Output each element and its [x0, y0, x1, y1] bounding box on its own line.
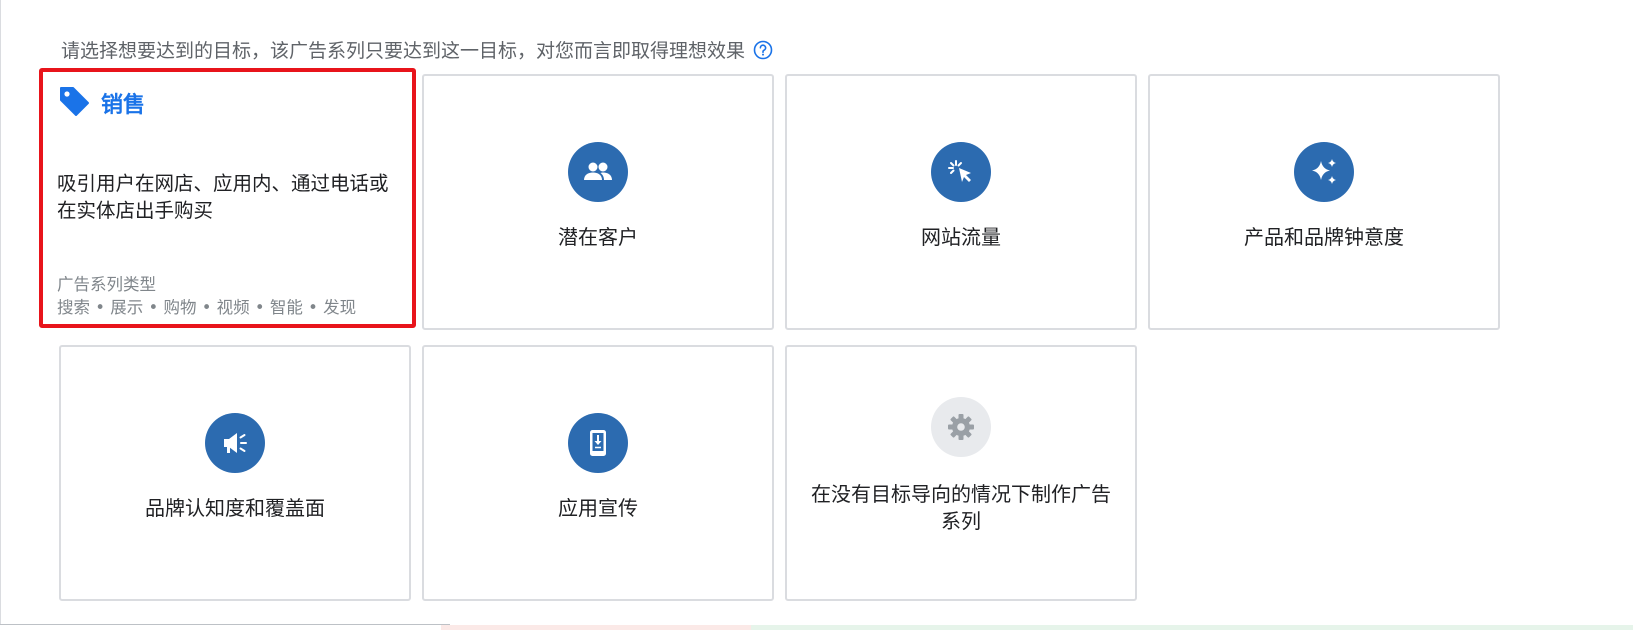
instruction-text: 请选择想要达到的目标，该广告系列只要达到这一目标，对您而言即取得理想效果 [61, 40, 746, 62]
instruction-row: 请选择想要达到的目标，该广告系列只要达到这一目标，对您而言即取得理想效果 [61, 36, 773, 63]
bottom-strip [0, 625, 1633, 630]
phone-download-icon [568, 413, 628, 473]
goal-card-leads[interactable]: 潜在客户 [422, 74, 774, 330]
goal-card-no-goal[interactable]: 在没有目标导向的情况下制作广告系列 [785, 345, 1137, 601]
sales-description: 吸引用户在网店、应用内、通过电话或在实体店出手购买 [57, 172, 389, 222]
goal-card-label: 产品和品牌钟意度 [1244, 225, 1404, 249]
goal-card-label: 网站流量 [921, 225, 1001, 249]
goal-card-sales[interactable]: 销售 吸引用户在网店、应用内、通过电话或在实体店出手购买 广告系列类型 搜索 •… [39, 68, 416, 328]
sales-title: 销售 [101, 93, 146, 118]
cursor-click-icon [931, 142, 991, 202]
sparkle-icon [1294, 142, 1354, 202]
gear-icon [931, 397, 991, 457]
campaign-types-list: 搜索 • 展示 • 购物 • 视频 • 智能 • 发现 [57, 298, 357, 317]
goal-card-brand-awareness[interactable]: 品牌认知度和覆盖面 [59, 345, 411, 601]
tag-icon [57, 84, 91, 122]
campaign-types-heading: 广告系列类型 [57, 275, 156, 294]
sales-title-row: 销售 [57, 84, 145, 122]
goal-card-label: 潜在客户 [558, 225, 638, 249]
goal-card-website-traffic[interactable]: 网站流量 [785, 74, 1137, 330]
goal-card-label: 品牌认知度和覆盖面 [145, 496, 325, 520]
megaphone-icon [205, 413, 265, 473]
people-icon [568, 142, 628, 202]
goal-card-brand-consideration[interactable]: 产品和品牌钟意度 [1148, 74, 1500, 330]
goal-card-label: 应用宣传 [558, 496, 638, 520]
help-icon[interactable] [753, 40, 773, 60]
goal-card-label: 在没有目标导向的情况下制作广告系列 [811, 482, 1111, 533]
goal-card-app-promotion[interactable]: 应用宣传 [422, 345, 774, 601]
